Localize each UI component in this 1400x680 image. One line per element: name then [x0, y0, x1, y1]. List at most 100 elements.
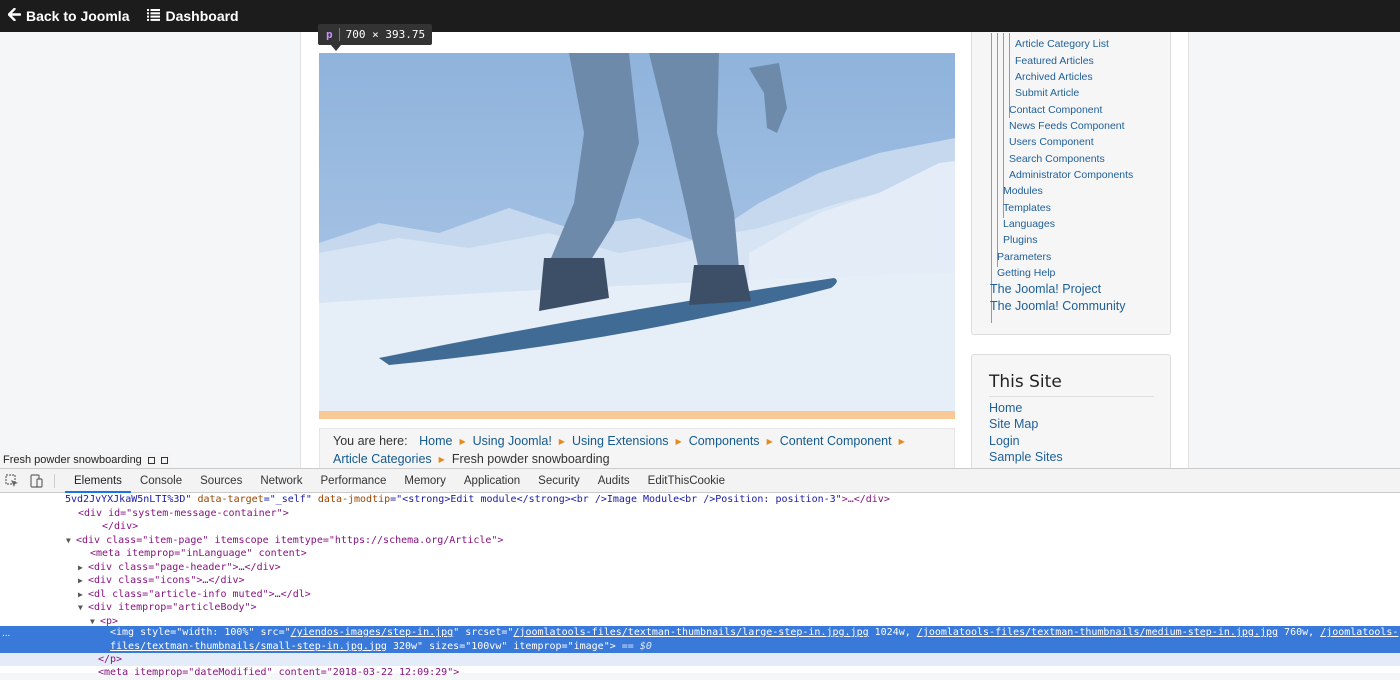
dom-node-line[interactable]: ▼ <div class="item-page" itemscope itemty…: [66, 534, 503, 548]
image-caption: Fresh powder snowboarding: [0, 452, 171, 468]
breadcrumb-arrow-icon: ▶: [558, 437, 565, 446]
site-link-login[interactable]: Login: [989, 434, 1020, 448]
tree-line: [997, 33, 998, 267]
this-site-module: This Site Home Site Map Login Sample Sit…: [971, 354, 1171, 468]
breadcrumb-link-article-categories[interactable]: Article Categories: [333, 452, 432, 466]
site-link-site-map[interactable]: Site Map: [989, 417, 1038, 431]
srcset-link-small-cont[interactable]: files/textman-thumbnails/small-step-in.j…: [110, 641, 387, 652]
menu-item-archived-articles[interactable]: Archived Articles: [1015, 71, 1093, 83]
breadcrumb-current: Fresh powder snowboarding: [451, 451, 610, 466]
tab-sources[interactable]: Sources: [191, 469, 251, 493]
site-link-home[interactable]: Home: [989, 401, 1022, 415]
dom-node-line[interactable]: 5vd2JvYXJkaW5nLTI%3D" data-target="_self…: [65, 493, 890, 507]
breadcrumb-arrow-icon: ▶: [459, 437, 466, 446]
srcset-link-large[interactable]: /joomlatools-files/textman-thumbnails/la…: [513, 627, 868, 638]
selected-node-marker: == $0: [615, 640, 652, 652]
dom-node-line[interactable]: ▼ <div itemprop="articleBody">: [78, 601, 257, 615]
menu-item-parameters[interactable]: Parameters: [997, 251, 1051, 263]
menu-item-plugins[interactable]: Plugins: [1003, 234, 1037, 246]
menu-item-modules[interactable]: Modules: [1003, 185, 1043, 197]
menu-item-administrator-components[interactable]: Administrator Components: [1009, 169, 1133, 181]
article-image[interactable]: [319, 53, 955, 418]
dom-node-line[interactable]: <div id="system-message-container">: [78, 507, 289, 521]
menu-item-contact-component[interactable]: Contact Component: [1009, 104, 1102, 116]
breadcrumb-prefix: You are here:: [333, 434, 408, 448]
menu-item-joomla-community[interactable]: The Joomla! Community: [990, 299, 1125, 313]
page-viewport: You are here: Home ▶ Using Joomla! ▶ Using E…: [0, 32, 1400, 468]
dom-node-line[interactable]: </div>: [102, 520, 138, 534]
divider: [989, 396, 1154, 397]
devtools-tabbar: Elements Console Sources Network Perform…: [0, 469, 1400, 493]
img-node-line-1: <img style="width: 100%" src="/yiendos-i…: [110, 627, 1399, 638]
main-menu-module: Article Category List Featured Articles …: [971, 32, 1171, 335]
devtools-panel: Elements Console Sources Network Perform…: [0, 468, 1400, 678]
dom-node-line[interactable]: ▶ <div class="page-header">…</div>: [78, 561, 281, 575]
menu-item-joomla-project[interactable]: The Joomla! Project: [990, 282, 1101, 296]
checkbox-icon: [147, 456, 155, 464]
image-caption-text: Fresh powder snowboarding: [3, 454, 142, 466]
tab-security[interactable]: Security: [529, 469, 589, 493]
tab-memory[interactable]: Memory: [395, 469, 455, 493]
srcset-link-medium[interactable]: /joomlatools-files/textman-thumbnails/me…: [917, 627, 1278, 638]
tree-line: [991, 33, 992, 323]
tooltip-tag: p: [326, 28, 340, 41]
breadcrumb-arrow-icon: ▶: [898, 437, 905, 446]
more-options-icon[interactable]: ...: [2, 628, 10, 639]
breadcrumb: You are here: Home ▶ Using Joomla! ▶ Using E…: [319, 428, 955, 468]
menu-item-news-feeds-component[interactable]: News Feeds Component: [1009, 120, 1125, 132]
tab-audits[interactable]: Audits: [589, 469, 639, 493]
menu-item-search-components[interactable]: Search Components: [1009, 153, 1105, 165]
tab-elements[interactable]: Elements: [65, 469, 131, 493]
back-to-joomla-button[interactable]: Back to Joomla: [7, 7, 130, 24]
dom-node-line[interactable]: ▶ <div class="icons">…</div>: [78, 574, 245, 588]
site-link-sample-sites[interactable]: Sample Sites: [989, 450, 1063, 464]
dashboard-label: Dashboard: [165, 8, 239, 24]
module-title: This Site: [989, 372, 1062, 392]
menu-item-submit-article[interactable]: Submit Article: [1015, 87, 1079, 99]
selected-dom-node[interactable]: ... <img style="width: 100%" src="/yiend…: [0, 626, 1400, 653]
arrow-left-icon: [7, 7, 26, 24]
breadcrumb-link-using-extensions[interactable]: Using Extensions: [572, 434, 669, 448]
menu-item-languages[interactable]: Languages: [1003, 218, 1055, 230]
top-bar: Back to Joomla Dashboard: [0, 0, 1400, 32]
divider: [54, 473, 55, 488]
menu-item-users-component[interactable]: Users Component: [1009, 136, 1094, 148]
device-toolbar-icon[interactable]: [24, 469, 48, 493]
collapse-triangle-icon[interactable]: ▶: [78, 588, 88, 602]
srcset-link-small[interactable]: /joomlatools-: [1320, 627, 1398, 638]
dom-node-line[interactable]: ▶ <dl class="article-info muted">…</dl>: [78, 588, 311, 602]
tab-network[interactable]: Network: [251, 469, 311, 493]
inspect-tooltip: p 700 × 393.75: [318, 24, 433, 45]
menu-item-templates[interactable]: Templates: [1003, 202, 1051, 214]
breadcrumb-arrow-icon: ▶: [766, 437, 773, 446]
collapse-triangle-icon[interactable]: ▶: [78, 561, 88, 575]
tab-performance[interactable]: Performance: [312, 469, 396, 493]
expand-triangle-icon[interactable]: ▼: [78, 601, 88, 615]
breadcrumb-link-content-component[interactable]: Content Component: [780, 434, 892, 448]
breadcrumb-link-components[interactable]: Components: [689, 434, 760, 448]
breadcrumb-link-using-joomla[interactable]: Using Joomla!: [473, 434, 552, 448]
tab-editthiscookie[interactable]: EditThisCookie: [639, 469, 734, 493]
inspect-element-icon[interactable]: [0, 469, 24, 493]
img-node-line-2: files/textman-thumbnails/small-step-in.j…: [110, 640, 652, 652]
tooltip-dimensions: 700 × 393.75: [345, 28, 426, 41]
menu-item-article-category-list[interactable]: Article Category List: [1015, 38, 1109, 50]
tooltip-arrow: [331, 45, 341, 51]
hovered-dom-node[interactable]: </p>: [0, 653, 1400, 666]
breadcrumb-arrow-icon: ▶: [438, 454, 445, 464]
breadcrumb-link-home[interactable]: Home: [419, 434, 452, 448]
list-icon: [147, 8, 165, 24]
tab-application[interactable]: Application: [455, 469, 529, 493]
menu-item-getting-help[interactable]: Getting Help: [997, 267, 1055, 279]
dashboard-button[interactable]: Dashboard: [147, 8, 239, 24]
src-link[interactable]: /yiendos-images/step-in.jpg: [291, 627, 454, 638]
back-to-joomla-label: Back to Joomla: [26, 8, 130, 24]
menu-item-featured-articles[interactable]: Featured Articles: [1015, 55, 1094, 67]
expand-triangle-icon[interactable]: ▼: [66, 534, 76, 548]
checkbox-icon: [160, 456, 168, 464]
dom-node-line[interactable]: <meta itemprop="inLanguage" content>: [90, 547, 307, 561]
tab-console[interactable]: Console: [131, 469, 191, 493]
image-padding-highlight: [319, 411, 955, 419]
breadcrumb-arrow-icon: ▶: [675, 437, 682, 446]
collapse-triangle-icon[interactable]: ▶: [78, 574, 88, 588]
